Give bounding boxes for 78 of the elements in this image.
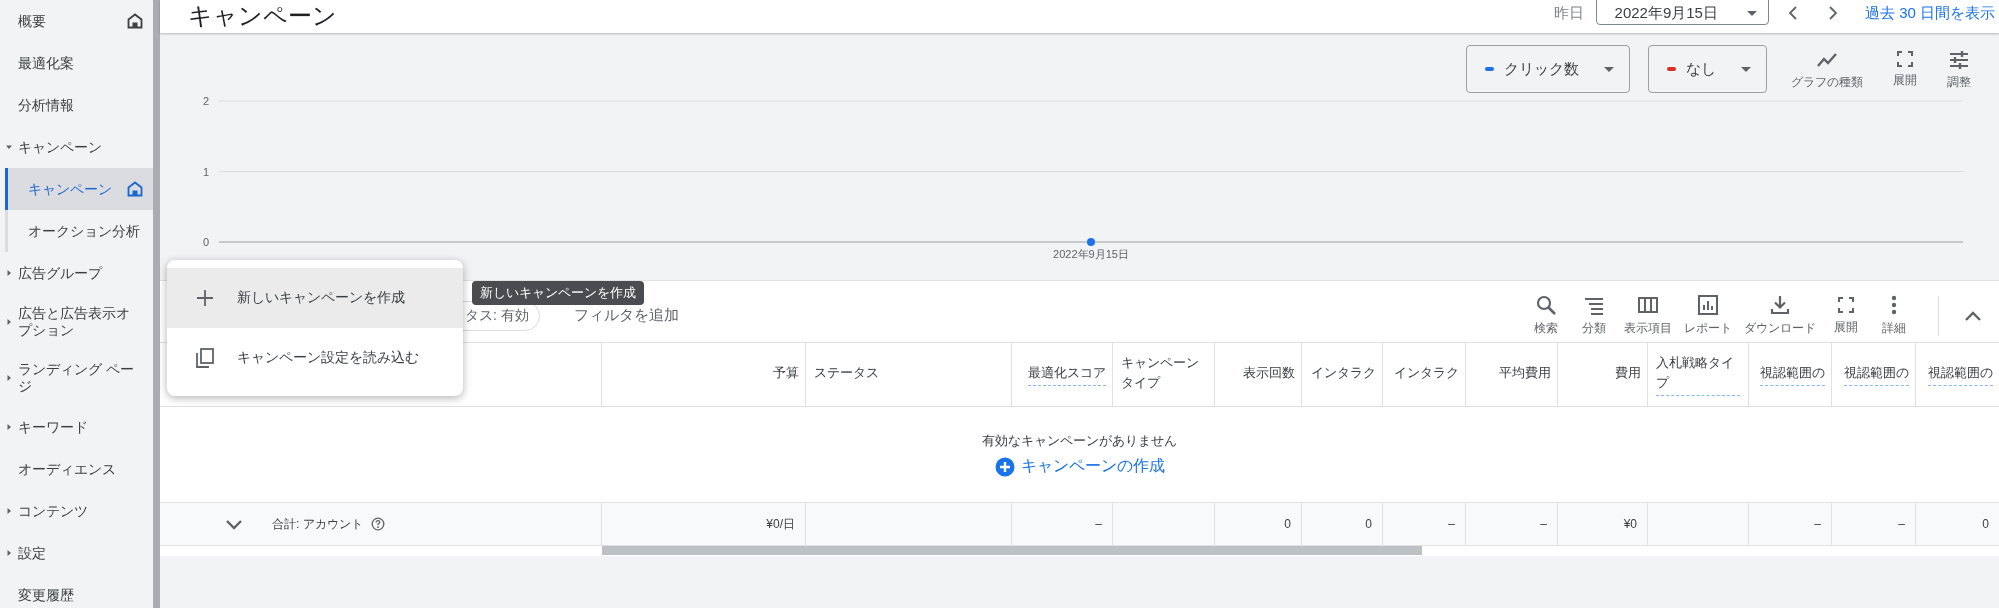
metric-dropdown[interactable]: なし [1648, 45, 1767, 93]
nav-item[interactable]: 概要 [0, 0, 153, 42]
column-header[interactable]: 視認範囲の [1916, 343, 1999, 406]
axis-label: 2 [202, 95, 209, 107]
table-cell: ¥0/日 [602, 503, 806, 545]
adjust-button[interactable]: 調整 [1941, 45, 1977, 95]
chart-type-button[interactable]: グラフの種類 [1785, 45, 1869, 95]
table-cell: ¥0 [1558, 503, 1648, 545]
nav-item[interactable]: 設定 [0, 532, 153, 574]
table-cell: – [1383, 503, 1466, 545]
table-cell: – [1832, 503, 1916, 545]
nav-item[interactable]: 分析情報 [0, 84, 153, 126]
tooltip: 新しいキャンペーンを作成 [472, 281, 644, 305]
report-button[interactable]: レポート [1680, 294, 1736, 337]
nav-item[interactable]: オーディエンス [0, 448, 153, 490]
table-cell: – [1012, 503, 1113, 545]
bar-chart-icon [1697, 294, 1719, 316]
scrollbar[interactable] [153, 0, 160, 608]
column-header[interactable]: インタラク [1302, 343, 1383, 406]
help-icon [370, 517, 385, 531]
nav-item[interactable]: 広告グループ [0, 252, 153, 294]
date-range-link[interactable]: 過去 30 日間を表示 [1864, 3, 1995, 23]
sliders-icon [1948, 49, 1970, 71]
nav-item[interactable]: キャンペーン [5, 168, 153, 210]
column-header[interactable]: 予算 [602, 343, 806, 406]
fullscreen-icon [1895, 49, 1915, 69]
column-header[interactable]: 平均費用 [1466, 343, 1558, 406]
table-cell: 0 [1302, 503, 1383, 545]
column-header[interactable]: インタラク [1383, 343, 1466, 406]
segment-button[interactable]: 分類 [1572, 294, 1616, 337]
search-icon [1535, 294, 1557, 316]
menu-item[interactable]: 新しいキャンペーンを作成 [167, 268, 463, 328]
plus-icon [195, 288, 215, 308]
columns-icon [1637, 294, 1659, 316]
nav-item[interactable]: 変更履歴 [0, 574, 153, 608]
download-icon [1769, 294, 1791, 316]
download-button[interactable]: ダウンロード [1740, 294, 1820, 337]
table-cell-text: 0 [1981, 516, 1990, 533]
nav-item[interactable]: キャンペーン [0, 126, 153, 168]
more-button[interactable]: 詳細 [1872, 294, 1916, 337]
nav-item[interactable]: 広告と広告表示オプション [0, 294, 153, 350]
empty-message: 有効なキャンペーンがありません [982, 432, 1177, 450]
data-point [1087, 238, 1095, 246]
column-header[interactable]: ステータス [806, 343, 1012, 406]
create-campaign-link[interactable]: キャンペーンの作成 [994, 456, 1165, 477]
column-header[interactable]: 最適化スコア [1012, 343, 1113, 406]
nav-item[interactable]: コンテンツ [0, 490, 153, 532]
expand-button[interactable]: 展開 [1887, 45, 1923, 93]
fullscreen-icon [1836, 295, 1856, 315]
axis-label: 1 [202, 165, 209, 178]
more-icon [1891, 294, 1897, 316]
date-label: 昨日 [1553, 3, 1584, 23]
plus-circle-icon [994, 456, 1015, 477]
copy-icon [195, 348, 215, 368]
expand-button[interactable]: 展開 [1824, 295, 1868, 336]
column-header[interactable]: 表示回数 [1215, 343, 1302, 406]
page-title: キャンペーン [188, 1, 337, 31]
column-header[interactable]: 入札戦略タイプ [1648, 343, 1749, 406]
column-header[interactable]: キャンペーンタイプ [1113, 343, 1215, 406]
scrollbar-thumb[interactable] [602, 546, 1422, 555]
date-dropdown[interactable]: 2022年9月15日 [1595, 0, 1769, 25]
axis-label: 0 [202, 236, 209, 248]
nav-item[interactable]: キーワード [0, 406, 153, 448]
table-cell: – [1749, 503, 1832, 545]
column-header[interactable]: 視認範囲の [1749, 343, 1832, 406]
metric-dropdown[interactable]: クリック数 [1466, 45, 1630, 93]
table-cell: 0 [1215, 503, 1302, 545]
nav-item[interactable]: 最適化案 [0, 42, 153, 84]
axis-label: 2022年9月15日 [1053, 248, 1129, 260]
total-label: 合計: アカウント [272, 515, 363, 533]
table-cell: – [1466, 503, 1558, 545]
column-header[interactable]: 視認範囲の [1832, 343, 1916, 406]
menu-item[interactable]: キャンペーン設定を読み込む [167, 328, 463, 388]
search-button[interactable]: 検索 [1524, 294, 1568, 337]
add-filter-link[interactable]: フィルタを追加 [573, 306, 679, 325]
columns-button[interactable]: 表示項目 [1620, 294, 1676, 337]
column-header[interactable]: 費用 [1558, 343, 1648, 406]
nav-item[interactable]: ランディング ページ [0, 350, 153, 406]
